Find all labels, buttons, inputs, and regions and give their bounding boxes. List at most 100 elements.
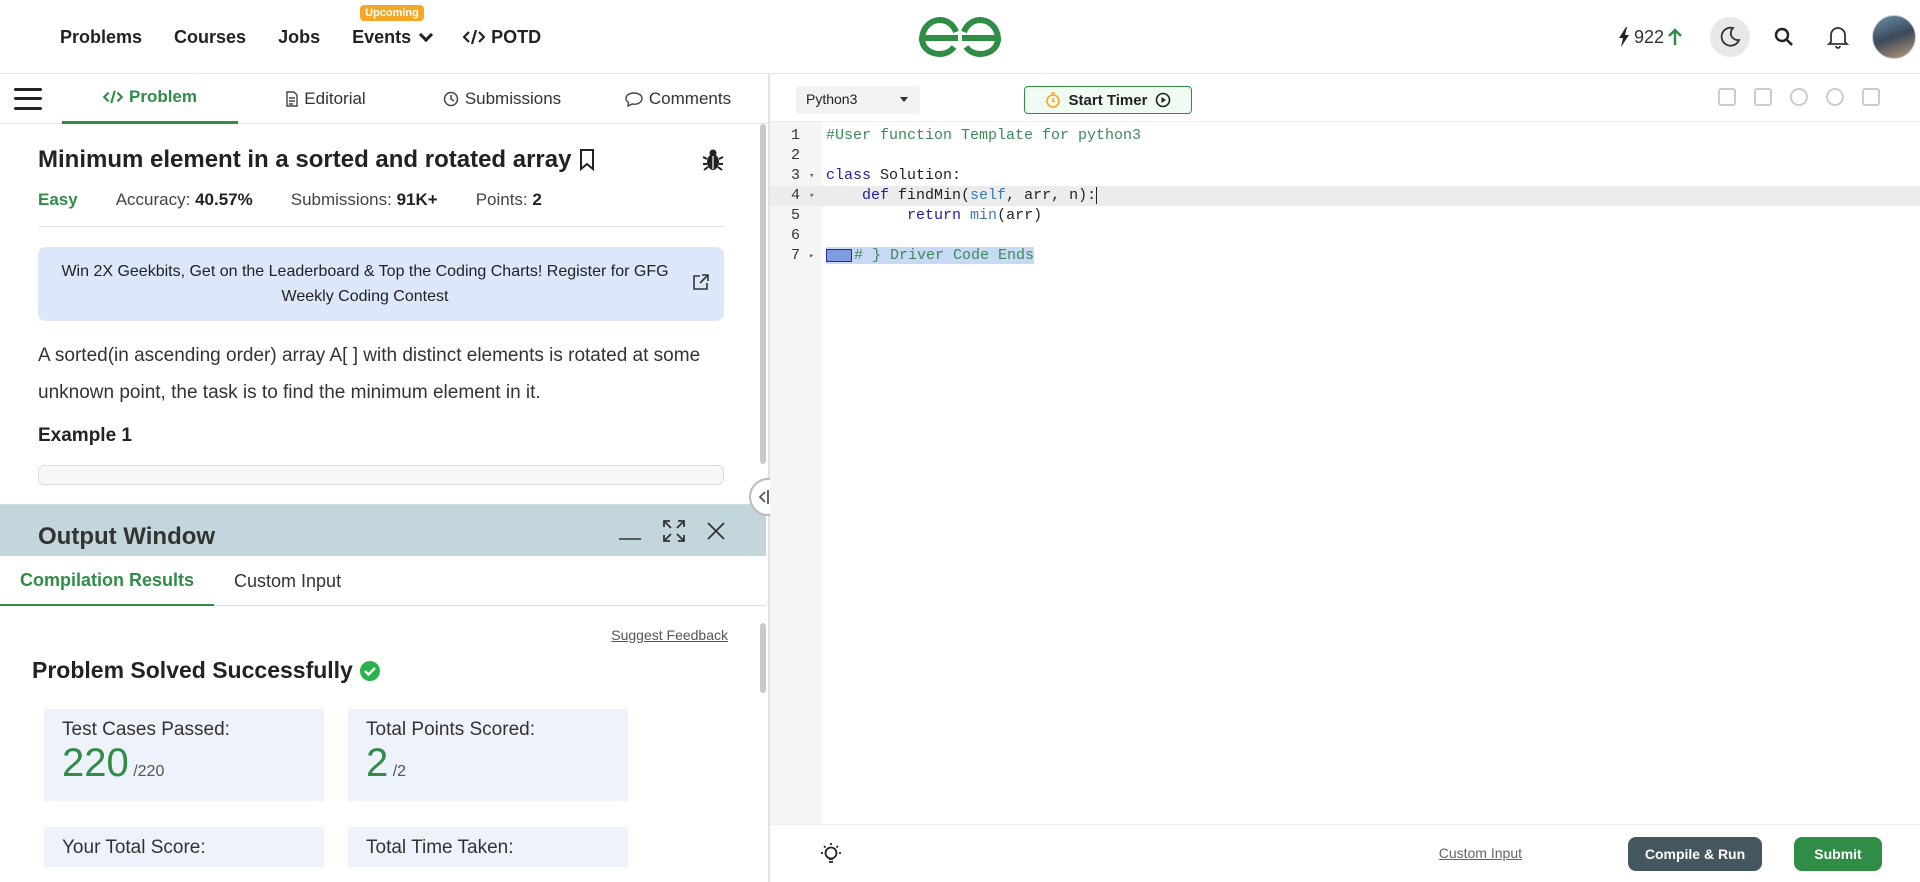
points-scored-label: Total Points Scored:	[366, 719, 535, 740]
submissions-label: Submissions:	[290, 190, 397, 209]
selection: # } Driver Code Ends	[826, 247, 1035, 264]
code-token: Solution:	[871, 167, 962, 184]
gfg-logo[interactable]	[918, 14, 1002, 58]
code-text: #User function Template for python3	[826, 127, 1142, 144]
code-line: 1 #User function Template for python3	[770, 126, 1920, 146]
time-taken-card: Total Time Taken:	[348, 827, 628, 867]
import-icon[interactable]	[1754, 88, 1772, 106]
problem-title: Minimum element in a sorted and rotated …	[38, 146, 724, 174]
nav-courses[interactable]: Courses	[174, 27, 246, 48]
contest-banner[interactable]: Win 2X Geekbits, Get on the Leaderboard …	[38, 247, 724, 321]
keyword: return	[907, 207, 962, 224]
builtin: self	[970, 187, 1007, 204]
dark-mode-toggle[interactable]	[1710, 17, 1750, 57]
fold-arrow-icon[interactable]: ▾	[809, 166, 814, 186]
expand-icon[interactable]	[662, 519, 686, 543]
clock-icon	[443, 91, 459, 106]
nav-jobs-label: Jobs	[278, 26, 321, 47]
notifications-button[interactable]	[1818, 17, 1858, 57]
tab-compilation-results[interactable]: Compilation Results	[0, 556, 215, 606]
fold-arrow-icon[interactable]: ▾	[809, 186, 814, 206]
points-card: Total Points Scored: 2 /2	[348, 709, 628, 801]
result-status: Problem Solved Successfully	[32, 657, 381, 684]
fullscreen-icon[interactable]	[1862, 88, 1880, 106]
close-icon[interactable]	[706, 521, 726, 541]
nav-events[interactable]: Upcoming Events	[352, 4, 434, 48]
example-box	[38, 465, 724, 485]
code-line: 7 ▸ # } Driver Code Ends	[770, 246, 1920, 266]
search-button[interactable]	[1764, 17, 1804, 57]
nav-problems[interactable]: Problems	[60, 27, 142, 48]
streak-counter[interactable]: 922	[1618, 27, 1682, 48]
submit-button[interactable]: Submit	[1794, 837, 1882, 871]
code-icon	[102, 90, 123, 104]
lightbulb-icon[interactable]	[818, 841, 844, 867]
test-cases-total: /220	[133, 763, 165, 780]
total-score-card: Your Total Score:	[44, 827, 324, 867]
avatar[interactable]	[1872, 15, 1916, 59]
code-area[interactable]: 1 #User function Template for python3 2 …	[770, 122, 1920, 824]
problem-scrollbar[interactable]	[760, 124, 766, 464]
time-taken-label: Total Time Taken:	[366, 837, 514, 858]
tab-problem[interactable]: Problem	[62, 74, 238, 124]
minimize-icon[interactable]	[618, 521, 642, 541]
copy-icon[interactable]	[1718, 88, 1736, 106]
editor-actions	[1718, 88, 1880, 106]
nav-courses-label: Courses	[174, 26, 247, 47]
nav-jobs[interactable]: Jobs	[278, 27, 320, 48]
line-number: 4	[790, 187, 800, 204]
moon-icon	[1720, 26, 1741, 47]
nav-links: Problems Courses Jobs Upcoming Events PO…	[60, 0, 573, 74]
start-timer-button[interactable]: Start Timer	[1024, 86, 1192, 114]
language-select[interactable]: Python3	[796, 86, 920, 114]
check-circle-icon	[359, 660, 380, 681]
top-navbar: Problems Courses Jobs Upcoming Events PO…	[0, 0, 1920, 74]
editor-footer: Custom Input Compile & Run Submit	[770, 824, 1920, 882]
keyword: def	[862, 187, 890, 204]
custom-input-link[interactable]: Custom Input	[1439, 845, 1522, 861]
tab-submissions[interactable]: Submissions	[414, 74, 590, 124]
tab-submissions-label: Submissions	[464, 88, 562, 108]
line-number: 1	[790, 127, 800, 144]
line-number: 5	[790, 207, 800, 224]
code-token: (arr)	[997, 207, 1043, 224]
comment-icon	[625, 91, 643, 107]
folded-code-marker[interactable]	[826, 248, 852, 262]
tab-editorial[interactable]: Editorial	[238, 74, 414, 124]
editor-toolbar: Python3 Start Timer	[770, 74, 1920, 122]
caret-down-icon	[900, 97, 908, 102]
submissions-count: Submissions: 91K+	[291, 190, 438, 210]
chevron-down-icon	[419, 27, 434, 42]
output-scrollbar[interactable]	[760, 623, 766, 693]
bookmark-icon[interactable]	[579, 149, 595, 171]
menu-icon[interactable]	[14, 87, 42, 110]
test-cases-value: 220	[62, 741, 129, 785]
output-header: Output Window	[0, 505, 766, 556]
fold-arrow-icon[interactable]: ▸	[809, 246, 814, 266]
nav-potd[interactable]: POTD	[463, 27, 541, 48]
upcoming-badge: Upcoming	[360, 4, 424, 21]
bug-report-icon[interactable]	[702, 148, 724, 172]
compile-run-button[interactable]: Compile & Run	[1628, 837, 1762, 871]
code-icon	[463, 29, 486, 45]
problem-meta: Easy Accuracy: 40.57% Submissions: 91K+ …	[38, 190, 724, 227]
tab-editorial-label: Editorial	[304, 88, 366, 108]
line-number: 2	[790, 147, 800, 164]
points-scored-total: /2	[392, 763, 407, 780]
tab-custom-input[interactable]: Custom Input	[214, 556, 361, 606]
code-token: findMin(	[889, 187, 971, 204]
reset-icon[interactable]	[1826, 88, 1844, 106]
comment: # } Driver Code Ends	[854, 247, 1035, 264]
tab-compilation-results-label: Compilation Results	[20, 569, 195, 590]
settings-icon[interactable]	[1790, 88, 1808, 106]
nav-potd-label: POTD	[491, 26, 542, 47]
document-icon	[286, 90, 298, 107]
problem-content: Minimum element in a sorted and rotated …	[0, 124, 762, 504]
nav-right: 922	[1618, 0, 1920, 74]
line-number: 7	[790, 247, 800, 264]
banner-text: Win 2X Geekbits, Get on the Leaderboard …	[61, 263, 669, 305]
tab-comments[interactable]: Comments	[590, 74, 766, 124]
suggest-feedback-link[interactable]: Suggest Feedback	[611, 627, 728, 643]
